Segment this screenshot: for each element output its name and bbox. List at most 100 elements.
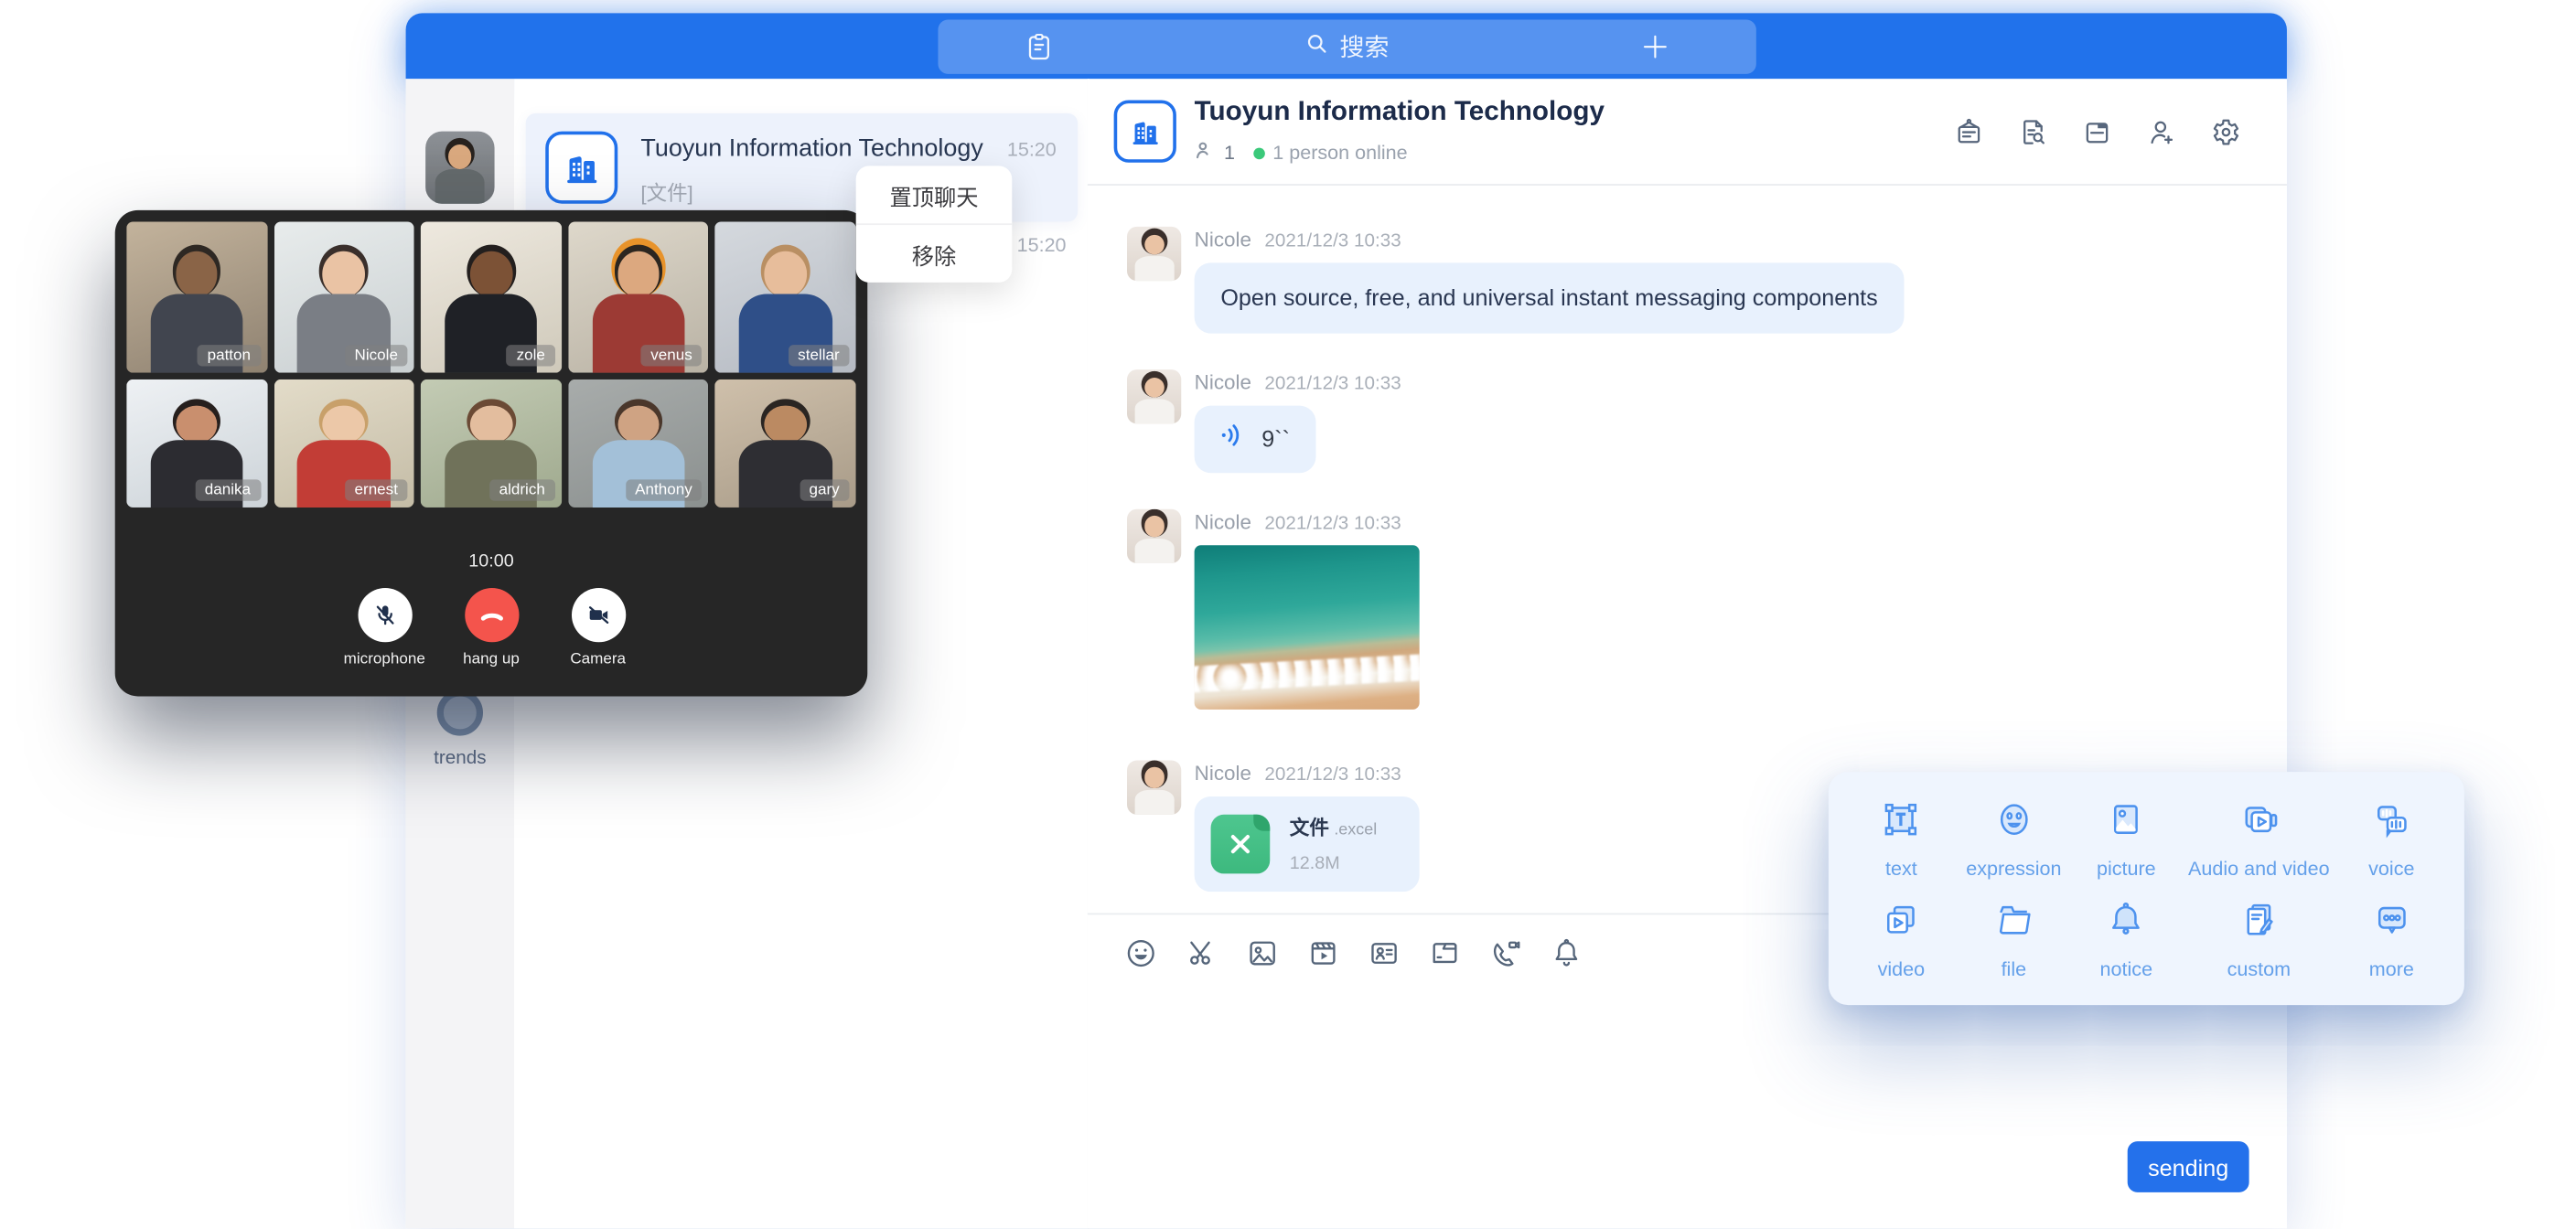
message-voice: Nicole 2021/12/3 10:33 9`` xyxy=(1127,369,2287,473)
camera-label: Camera xyxy=(549,650,648,668)
hang-up-button[interactable] xyxy=(464,588,518,642)
announcement-board-icon[interactable] xyxy=(1953,117,1984,156)
panel-item-expression[interactable]: expression xyxy=(1954,788,2073,889)
chat-header-actions xyxy=(1953,117,2240,156)
add-member-icon[interactable] xyxy=(2145,117,2176,156)
bell-icon[interactable] xyxy=(1550,936,1584,979)
scissors-icon[interactable] xyxy=(1185,936,1219,979)
search-icon xyxy=(1305,31,1330,62)
contact-card-icon[interactable] xyxy=(1367,936,1401,979)
panel-item-more[interactable]: more xyxy=(2338,889,2444,989)
conversation-last-message: [文件] xyxy=(640,176,692,207)
panel-item-label: custom xyxy=(2227,956,2291,979)
call-participant-tile: zole xyxy=(421,221,562,372)
call-participant-tile: patton xyxy=(126,221,267,372)
call-timer: 10:00 xyxy=(115,551,868,572)
call-participant-tile: ernest xyxy=(274,379,414,508)
text-bubble[interactable]: Open source, free, and universal instant… xyxy=(1195,262,1905,333)
video-call-window[interactable]: patton Nicole zole venus stellar danika … xyxy=(115,210,868,697)
sender-name: Nicole xyxy=(1195,762,1251,785)
voice-duration: 9`` xyxy=(1261,423,1290,454)
participant-name: patton xyxy=(198,345,261,366)
participant-name: Nicole xyxy=(345,345,408,366)
panel-item-label: video xyxy=(1878,956,1926,979)
panel-item-label: expression xyxy=(1966,857,2061,880)
panel-item-audio-video[interactable]: Audio and video xyxy=(2179,788,2338,889)
message-timestamp: 2021/12/3 10:33 xyxy=(1264,374,1401,394)
video-call-icon[interactable] xyxy=(1488,936,1523,979)
notice-bell-icon xyxy=(2105,897,2148,948)
panel-item-label: more xyxy=(2369,956,2414,979)
document-search-icon[interactable] xyxy=(2017,117,2048,156)
file-icon[interactable] xyxy=(2081,117,2112,156)
panel-item-voice[interactable]: voice xyxy=(2338,788,2444,889)
sidebar-item-trends[interactable]: trends xyxy=(406,689,515,768)
excel-file-icon xyxy=(1211,814,1271,873)
sender-name: Nicole xyxy=(1195,229,1251,251)
emoji-icon[interactable] xyxy=(1123,936,1158,979)
mic-muted-button[interactable] xyxy=(358,588,412,642)
search-placeholder: 搜索 xyxy=(1340,29,1390,64)
send-button[interactable]: sending xyxy=(2128,1141,2249,1192)
sender-avatar[interactable] xyxy=(1127,369,1181,423)
chat-panel: Tuoyun Information Technology 1 1 person… xyxy=(1088,79,2287,1228)
panel-item-custom[interactable]: custom xyxy=(2179,889,2338,989)
panel-item-text[interactable]: text xyxy=(1848,788,1954,889)
mic-label: microphone xyxy=(335,650,434,668)
sender-avatar[interactable] xyxy=(1127,760,1181,814)
search-field[interactable]: 搜索 xyxy=(1305,29,1390,64)
member-icon xyxy=(1195,140,1216,166)
participant-name: venus xyxy=(640,345,702,366)
participant-name: gary xyxy=(800,479,850,500)
hang-up-label: hang up xyxy=(442,650,541,668)
message-image: Nicole 2021/12/3 10:33 xyxy=(1127,508,2287,709)
participant-grid: patton Nicole zole venus stellar danika … xyxy=(126,221,855,507)
panel-item-file[interactable]: file xyxy=(1954,889,2073,989)
panel-item-video[interactable]: video xyxy=(1848,889,1954,989)
file-extension: .excel xyxy=(1334,821,1377,839)
panel-item-notice[interactable]: notice xyxy=(2073,889,2179,989)
participant-name: ernest xyxy=(345,479,408,500)
panel-item-label: Audio and video xyxy=(2188,857,2330,880)
screen: 搜索 trends Tuoyun Information Technology xyxy=(0,0,2576,1228)
search-bar[interactable]: 搜索 xyxy=(938,20,1755,74)
conversation-time: 15:20 xyxy=(1017,233,1067,256)
contact-clipboard-icon[interactable] xyxy=(1024,31,1055,70)
conversation-context-menu: 置顶聊天 移除 xyxy=(856,166,1013,283)
message-timestamp: 2021/12/3 10:33 xyxy=(1264,514,1401,534)
more-icon xyxy=(2370,897,2413,948)
sender-avatar[interactable] xyxy=(1127,508,1181,562)
sender-avatar[interactable] xyxy=(1127,227,1181,281)
panel-item-picture[interactable]: picture xyxy=(2073,788,2179,889)
video-icon xyxy=(1880,897,1923,948)
plus-icon[interactable] xyxy=(1639,31,1670,70)
call-participant-tile: venus xyxy=(568,221,709,372)
file-bubble[interactable]: 文件.excel 12.8M xyxy=(1195,796,1420,892)
panel-item-label: voice xyxy=(2368,857,2414,880)
conversation-title: Tuoyun Information Technology xyxy=(640,134,982,163)
participant-name: danika xyxy=(195,479,261,500)
participant-name: zole xyxy=(507,345,555,366)
panel-item-label: picture xyxy=(2097,857,2156,880)
settings-icon[interactable] xyxy=(2210,117,2241,156)
user-avatar[interactable] xyxy=(425,132,494,204)
image-icon[interactable] xyxy=(1245,936,1280,979)
message-type-panel: text expression picture Audio and video … xyxy=(1829,772,2464,1005)
video-clip-icon[interactable] xyxy=(1306,936,1341,979)
folder-icon[interactable] xyxy=(1428,936,1463,979)
custom-icon xyxy=(2238,897,2281,948)
message-timestamp: 2021/12/3 10:33 xyxy=(1264,765,1401,785)
voice-bubble[interactable]: 9`` xyxy=(1195,405,1316,472)
participant-name: stellar xyxy=(788,345,849,366)
sender-name: Nicole xyxy=(1195,510,1251,533)
participant-name: aldrich xyxy=(489,479,555,500)
image-attachment[interactable] xyxy=(1195,545,1420,710)
online-status: 1 person online xyxy=(1272,141,1407,164)
call-controls: microphone hang up Camera xyxy=(115,588,868,668)
menu-item-pin-chat[interactable]: 置顶聊天 xyxy=(856,166,1013,223)
voice-icon xyxy=(2370,797,2413,849)
menu-item-remove[interactable]: 移除 xyxy=(856,223,1013,283)
panel-item-label: notice xyxy=(2100,956,2153,979)
participant-name: Anthony xyxy=(625,479,702,500)
camera-muted-button[interactable] xyxy=(571,588,625,642)
